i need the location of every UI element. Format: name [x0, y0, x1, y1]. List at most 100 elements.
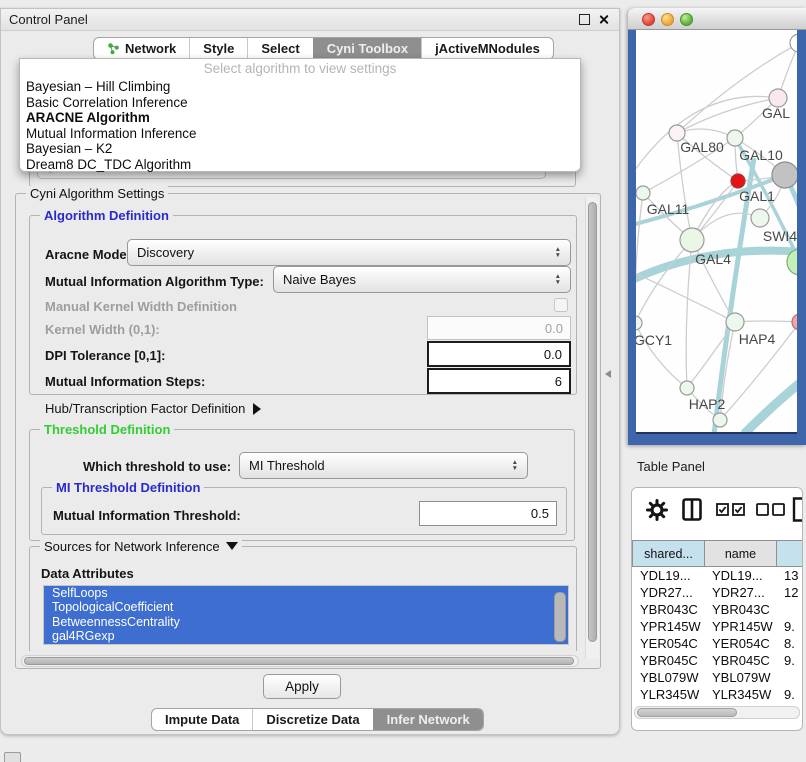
table-column-header-2[interactable]	[776, 540, 803, 567]
dropdown-item-bayesian-k2[interactable]: Bayesian – K2	[20, 141, 580, 157]
network-node-y[interactable]	[792, 314, 797, 330]
kernel-width-label: Kernel Width (0,1):	[45, 322, 160, 337]
table-horizontal-scrollbar[interactable]	[634, 706, 800, 719]
dropdown-item-basic-correlation-inference[interactable]: Basic Correlation Inference	[20, 95, 580, 111]
settings-horizontal-scrollbar[interactable]	[21, 655, 579, 667]
network-node-gal4[interactable]	[680, 228, 704, 252]
select-checks-icon[interactable]	[716, 503, 746, 516]
scrollbar-thumb[interactable]	[24, 657, 574, 665]
tab-infer-network[interactable]: Infer Network	[373, 709, 483, 730]
control-panel-tabbar: NetworkStyleSelectCyni ToolboxjActiveMNo…	[93, 37, 554, 60]
network-view-window: GALGAL80GAL10GAL1GAL11SWI4GAL4GCY1HAP4YH…	[628, 8, 806, 445]
combo-stepper-icon: ▲▼	[549, 247, 561, 258]
network-nodes: GALGAL80GAL10GAL1GAL11SWI4GAL4GCY1HAP4YH…	[636, 34, 797, 427]
table-row[interactable]: YER054CYER054C8.	[632, 635, 803, 652]
tab-impute-data[interactable]: Impute Data	[152, 709, 252, 730]
settings-vertical-scrollbar[interactable]	[585, 197, 599, 659]
deselect-checks-icon[interactable]	[756, 503, 786, 516]
close-icon[interactable]	[598, 14, 609, 25]
mi-threshold-legend: MI Threshold Definition	[52, 480, 204, 495]
list-scrollbar[interactable]	[554, 592, 566, 642]
document-icon[interactable]	[792, 497, 803, 522]
split-columns-icon[interactable]	[682, 498, 702, 521]
table-row[interactable]: YPR145WYPR145W9.	[632, 618, 803, 635]
dropdown-item-dream8-dc-tdc-algorithm[interactable]: Dream8 DC_TDC Algorithm	[20, 157, 580, 173]
kernel-width-field: 0.0	[427, 316, 571, 340]
tab-network[interactable]: Network	[94, 38, 189, 59]
sources-expander[interactable]: Sources for Network Inference	[40, 539, 242, 554]
table-cell: YDR27...	[632, 585, 704, 600]
table-row[interactable]: YBR043CYBR043C	[632, 601, 803, 618]
network-node-gal1[interactable]	[731, 174, 745, 188]
network-node-gal10[interactable]	[727, 130, 743, 146]
mi-steps-field[interactable]: 6	[427, 368, 571, 394]
network-node-label: GAL80	[680, 139, 724, 155]
which-threshold-value: MI Threshold	[249, 458, 325, 473]
mi-threshold-label: Mutual Information Threshold:	[53, 508, 241, 523]
scrollbar-thumb[interactable]	[588, 202, 597, 642]
network-node[interactable]	[790, 34, 797, 52]
dropdown-item-mutual-information-inference[interactable]: Mutual Information Inference	[20, 126, 580, 142]
dpi-tolerance-field[interactable]: 0.0	[427, 341, 571, 367]
table-cell: YPR145W	[632, 619, 704, 634]
attribute-item-betweennesscentrality[interactable]: BetweennessCentrality	[44, 615, 568, 629]
network-node[interactable]	[713, 413, 727, 427]
table-cell: YDL19...	[632, 568, 704, 583]
zoom-traffic-light-icon[interactable]	[680, 13, 693, 26]
network-window-titlebar	[628, 8, 806, 30]
which-threshold-combo[interactable]: MI Threshold ▲▼	[239, 452, 528, 479]
attribute-item-gal4rgexp[interactable]: gal4RGexp	[44, 629, 568, 643]
dropdown-item-bayesian-hill-climbing[interactable]: Bayesian – Hill Climbing	[20, 79, 580, 95]
tab-label: Impute Data	[165, 712, 239, 727]
network-node-hap2[interactable]	[680, 381, 694, 395]
network-node-hap4[interactable]	[726, 313, 744, 331]
gear-icon[interactable]	[646, 499, 668, 521]
table-body: YDL19...YDL19...13YDR27...YDR27...12YBR0…	[632, 567, 803, 720]
splitter-collapse-icon[interactable]	[605, 370, 611, 378]
combo-stepper-icon: ▲▼	[506, 460, 518, 471]
mi-steps-value: 6	[555, 374, 562, 389]
mi-type-label: Mutual Information Algorithm Type:	[45, 274, 264, 289]
expander-arrow-icon	[253, 403, 261, 415]
hub-definition-expander[interactable]: Hub/Transcription Factor Definition	[45, 401, 261, 416]
data-attributes-list[interactable]: SelfLoopsTopologicalCoefficientBetweenne…	[43, 585, 569, 645]
close-traffic-light-icon[interactable]	[642, 13, 655, 26]
mi-type-combo[interactable]: Naive Bayes ▲▼	[273, 266, 571, 293]
mi-threshold-field[interactable]: 0.5	[419, 501, 557, 526]
table-row[interactable]: YDR27...YDR27...12	[632, 584, 803, 601]
aracne-mode-combo[interactable]: Discovery ▲▼	[127, 239, 571, 266]
table-column-header-shared[interactable]: shared...	[632, 540, 704, 567]
sources-legend: Sources for Network Inference	[44, 539, 220, 554]
minimize-traffic-light-icon[interactable]	[661, 13, 674, 26]
network-node-gal11[interactable]	[636, 186, 650, 200]
network-canvas[interactable]: GALGAL80GAL10GAL1GAL11SWI4GAL4GCY1HAP4YH…	[636, 30, 797, 434]
network-node-swi4[interactable]	[751, 209, 769, 227]
dropdown-item-aracne-algorithm[interactable]: ARACNE Algorithm	[20, 110, 580, 126]
control-panel-window: Control Panel NetworkStyleSelectCyni Too…	[0, 8, 620, 735]
table-cell: 12	[776, 585, 803, 600]
manual-kernel-checkbox[interactable]	[554, 298, 568, 312]
data-attributes-label: Data Attributes	[41, 566, 134, 581]
table-row[interactable]: YBR045CYBR045C9.	[632, 652, 803, 669]
tab-style[interactable]: Style	[189, 38, 247, 59]
apply-button[interactable]: Apply	[263, 674, 341, 699]
tab-cyni-toolbox[interactable]: Cyni Toolbox	[313, 38, 421, 59]
float-window-icon[interactable]	[579, 14, 590, 25]
table-row[interactable]: YBL079WYBL079W	[632, 669, 803, 686]
tab-jactivemnodules[interactable]: jActiveMNodules	[421, 38, 553, 59]
aracne-mode-value: Discovery	[137, 245, 194, 260]
tab-discretize-data[interactable]: Discretize Data	[252, 709, 372, 730]
scrollbar-thumb[interactable]	[637, 708, 737, 717]
table-row[interactable]: YLR345WYLR345W9.	[632, 686, 803, 703]
table-column-header-name[interactable]: name	[704, 540, 776, 567]
table-header-row: shared...name	[632, 540, 803, 567]
attribute-item-topologicalcoefficient[interactable]: TopologicalCoefficient	[44, 600, 568, 614]
panel-corner-button[interactable]	[4, 752, 21, 762]
tab-select[interactable]: Select	[247, 38, 312, 59]
table-row[interactable]: YDL19...YDL19...13	[632, 567, 803, 584]
threshold-definition-legend: Threshold Definition	[40, 422, 174, 437]
attribute-item-selfloops[interactable]: SelfLoops	[44, 586, 568, 600]
network-node[interactable]	[772, 162, 797, 188]
table-cell: YBR045C	[704, 653, 776, 668]
network-node-gcy1[interactable]	[636, 316, 642, 330]
